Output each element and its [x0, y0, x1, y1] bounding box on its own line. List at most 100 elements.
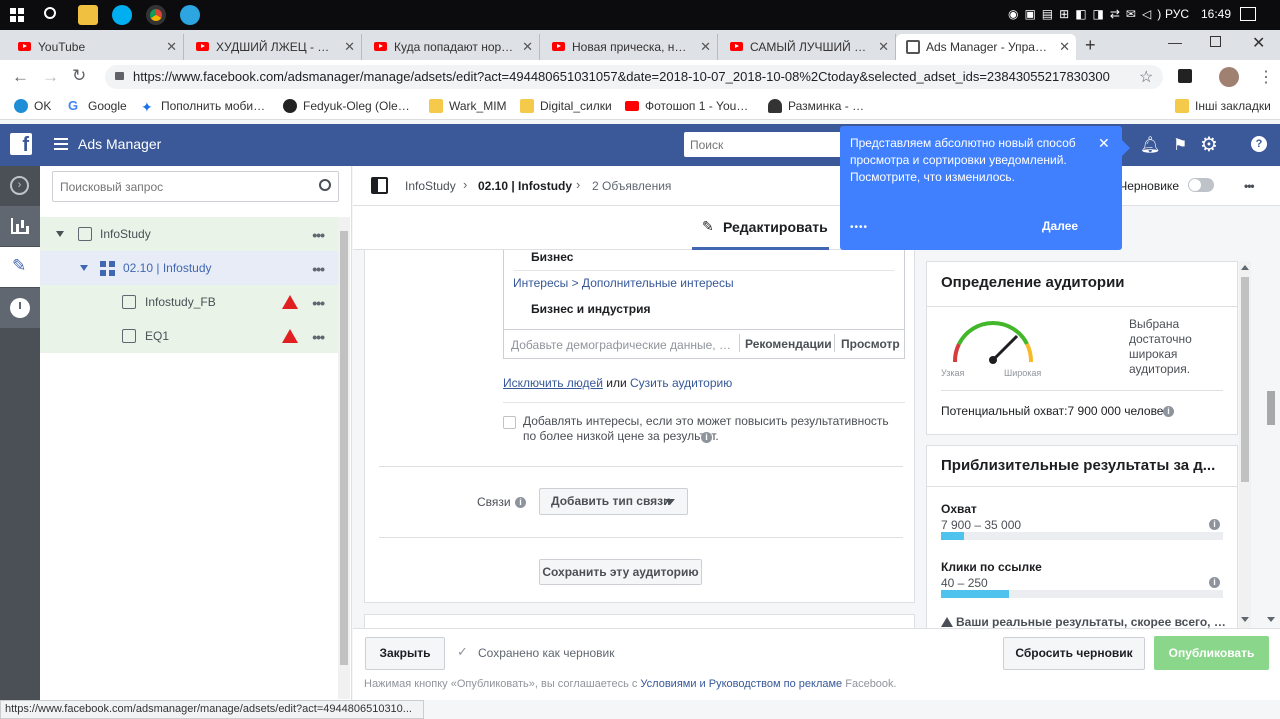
draft-toggle[interactable]: [1188, 178, 1214, 192]
tray-icons[interactable]: ◉▣▤⊞◧◨⇄✉◁): [1008, 7, 1167, 21]
close-icon[interactable]: ✕: [1098, 135, 1110, 152]
info-icon[interactable]: i: [515, 497, 526, 508]
header-search-input[interactable]: [684, 132, 844, 157]
clock[interactable]: 16:49: [1201, 7, 1231, 21]
flag-icon[interactable]: ⚑: [1173, 135, 1187, 155]
interests-path[interactable]: Интересы > Дополнительные интересы: [513, 276, 734, 290]
tab-youtube[interactable]: YouTube ✕: [8, 34, 184, 60]
right-scrollbar[interactable]: [1239, 261, 1251, 628]
more-options-icon[interactable]: •••: [312, 261, 325, 277]
expand-interests-checkbox[interactable]: [503, 416, 516, 429]
browser-menu-icon[interactable]: ⋮: [1258, 67, 1274, 87]
caret-down-icon[interactable]: [56, 231, 64, 237]
info-icon[interactable]: i: [1209, 577, 1220, 588]
chrome-icon[interactable]: [146, 5, 166, 25]
close-button[interactable]: Закрыть: [365, 637, 445, 670]
bookmark-other[interactable]: Інші закладки: [1175, 99, 1271, 113]
language-indicator[interactable]: РУС: [1165, 7, 1189, 21]
info-icon[interactable]: i: [1163, 406, 1174, 417]
more-options-icon[interactable]: •••: [312, 227, 325, 243]
add-demographics-input[interactable]: Добавьте демографические данные, и...: [511, 338, 733, 352]
tree-item-adset[interactable]: 02.10 | Infostudy •••: [40, 251, 338, 285]
tree-item-ad-2[interactable]: EQ1 •••: [40, 319, 338, 353]
tree-item-campaign[interactable]: InfoStudy •••: [40, 217, 338, 251]
help-icon[interactable]: ?: [1251, 136, 1267, 152]
popup-next-button[interactable]: Далее: [1042, 219, 1078, 233]
save-audience-button[interactable]: Сохранить эту аудиторию: [539, 559, 702, 585]
bookmark-github[interactable]: Fedyuk-Oleg (Oleg F: [283, 99, 411, 113]
browse-link[interactable]: Просмотр: [841, 337, 900, 351]
add-connection-type-button[interactable]: Добавить тип связи: [539, 488, 688, 515]
tree-item-ad-1[interactable]: Infostudy_FB •••: [40, 285, 338, 319]
facebook-logo-icon[interactable]: f: [10, 133, 32, 156]
reload-icon[interactable]: ↻: [72, 66, 86, 86]
forward-icon[interactable]: →: [42, 67, 59, 87]
exclude-people-link[interactable]: Исключить людей: [503, 376, 603, 390]
skype-icon[interactable]: [112, 5, 132, 25]
minimize-icon[interactable]: —: [1168, 34, 1182, 50]
close-tab-icon[interactable]: ✕: [700, 34, 711, 60]
bookmark-ok[interactable]: OK: [14, 99, 51, 113]
maximize-icon[interactable]: [1210, 36, 1221, 47]
tab-edit[interactable]: ✎ Редактировать: [692, 206, 829, 250]
url-field[interactable]: https://www.facebook.com/adsmanager/mana…: [105, 65, 1163, 89]
bookmark-star-icon[interactable]: ☆: [1139, 67, 1153, 87]
nav-history[interactable]: [0, 288, 40, 328]
bookmark-google[interactable]: G Google: [68, 99, 127, 114]
warning-icon[interactable]: [282, 329, 298, 343]
profile-avatar[interactable]: [1219, 67, 1239, 87]
telegram-icon[interactable]: [180, 5, 200, 25]
close-tab-icon[interactable]: ✕: [344, 34, 355, 60]
publish-button[interactable]: Опубликовать: [1154, 636, 1269, 670]
page-scrollbar[interactable]: [1264, 261, 1280, 628]
bookmark-wark[interactable]: Wark_MIM: [429, 99, 507, 113]
targeting-industry[interactable]: Бизнес и индустрия: [531, 302, 650, 316]
close-tab-icon[interactable]: ✕: [1059, 34, 1070, 60]
extension-icon[interactable]: [1178, 69, 1192, 83]
close-window-icon[interactable]: ✕: [1252, 33, 1265, 53]
bookmark-top-up[interactable]: ✦ Пополнить мобильн: [141, 99, 267, 115]
close-tab-icon[interactable]: ✕: [522, 34, 533, 60]
bookmark-warmup[interactable]: Разминка - переводч: [768, 99, 866, 113]
nav-reporting[interactable]: [0, 206, 40, 246]
file-explorer-icon[interactable]: [78, 5, 98, 25]
warning-icon[interactable]: [282, 295, 298, 309]
search-icon[interactable]: [319, 179, 331, 191]
discard-draft-button[interactable]: Сбросить черновик: [1003, 637, 1145, 670]
tab-video-4[interactable]: САМЫЙ ЛУЧШИЙ ЛЖЕ ✕: [720, 34, 896, 60]
close-tab-icon[interactable]: ✕: [166, 34, 177, 60]
tree-search-input[interactable]: [53, 172, 308, 201]
nav-overview[interactable]: ›: [0, 166, 40, 206]
close-tab-icon[interactable]: ✕: [878, 34, 889, 60]
more-options-icon[interactable]: •••: [312, 295, 325, 311]
terms-link[interactable]: Условиями и Руководством по рекламе: [640, 678, 842, 690]
tab-video-2[interactable]: Куда попадают норм л ✕: [364, 34, 540, 60]
hamburger-menu-icon[interactable]: [54, 138, 68, 150]
tab-video-3[interactable]: Новая прическа, новы ✕: [542, 34, 718, 60]
breadcrumb-ads[interactable]: 2 Объявления: [592, 179, 671, 193]
tab-video-1[interactable]: ХУДШИЙ ЛЖЕЦ - YouT ✕: [186, 34, 362, 60]
caret-down-icon[interactable]: [80, 265, 88, 271]
nav-edit[interactable]: ✎: [0, 247, 40, 287]
tab-ads-manager[interactable]: Ads Manager - Управле ✕: [896, 34, 1076, 60]
bookmark-digital[interactable]: Digital_силки: [520, 99, 612, 113]
bookmark-photoshop[interactable]: Фотошоп 1 - YouTub: [625, 99, 751, 113]
windows-start-icon[interactable]: [10, 8, 24, 22]
breadcrumb-adset[interactable]: 02.10 | Infostudy: [478, 179, 572, 193]
panel-toggle-icon[interactable]: [371, 177, 388, 194]
notifications-icon[interactable]: [1240, 7, 1256, 21]
narrow-audience-link[interactable]: Сузить аудиторию: [630, 376, 732, 390]
bell-icon[interactable]: 🔔︎: [1140, 135, 1160, 155]
recommendations-link[interactable]: Рекомендации: [745, 337, 832, 351]
breadcrumb-account[interactable]: InfoStudy: [405, 179, 456, 193]
more-options-icon[interactable]: •••: [1244, 179, 1255, 193]
new-tab-icon[interactable]: +: [1085, 35, 1096, 56]
tree-scrollbar[interactable]: [338, 217, 350, 699]
info-icon[interactable]: i: [701, 432, 712, 443]
info-icon[interactable]: i: [1209, 519, 1220, 530]
tree-search-field[interactable]: [52, 171, 339, 202]
search-icon[interactable]: [44, 7, 56, 19]
back-icon[interactable]: ←: [12, 67, 29, 87]
more-options-icon[interactable]: •••: [312, 329, 325, 345]
gear-icon[interactable]: ⚙: [1200, 132, 1218, 157]
